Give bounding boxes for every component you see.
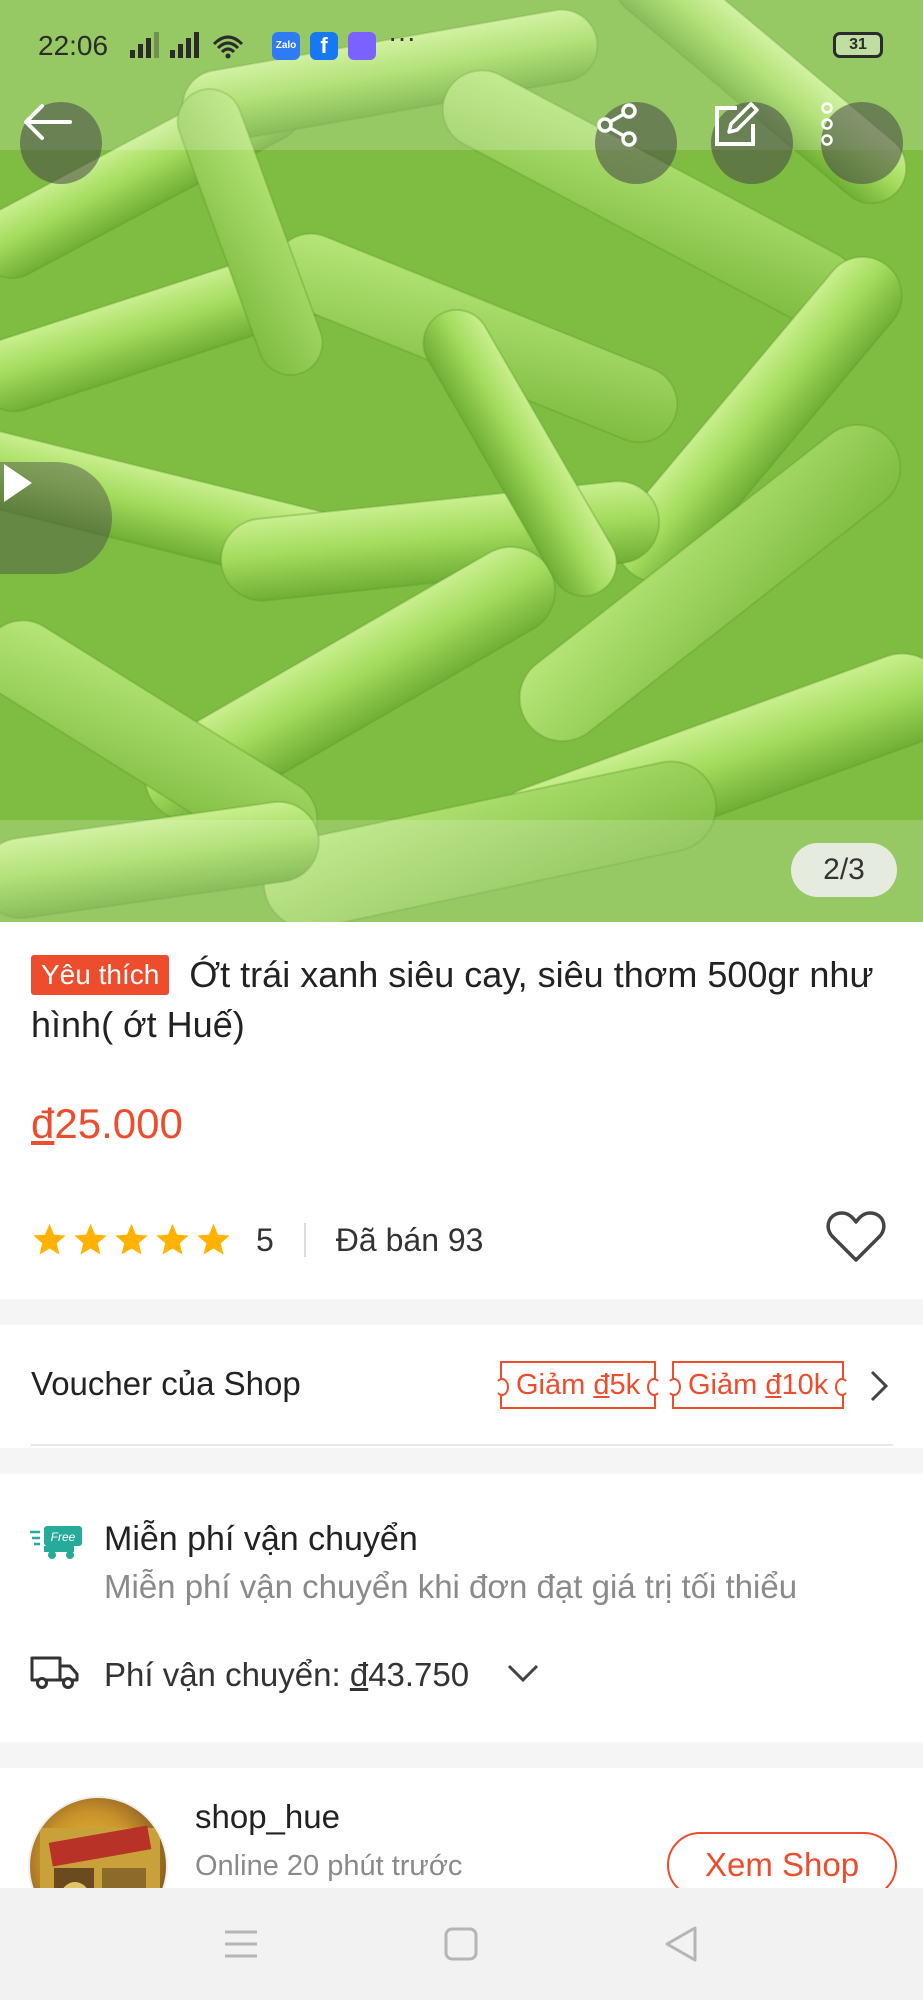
vertical-dots-icon (821, 102, 833, 146)
free-badge-text: Free (51, 1530, 76, 1544)
share-icon (597, 103, 637, 147)
product-price: đ25.000 (31, 1100, 183, 1148)
edit-button[interactable] (711, 102, 793, 184)
shipping-fee-amount: 43.750 (368, 1656, 470, 1693)
rating-divider (303, 1223, 306, 1257)
system-back-button[interactable] (631, 1888, 731, 2000)
edit-pencil-icon (715, 102, 759, 146)
truck-icon (30, 1656, 79, 1689)
voucher-tag-prefix: Giảm (516, 1369, 594, 1401)
back-triangle-icon (665, 1926, 697, 1962)
more-options-button[interactable] (821, 102, 903, 184)
shipping-section[interactable]: Free Miễn phí vận chuyển Miễn phí vận ch… (0, 1474, 923, 1742)
zalo-icon: Zalo (272, 32, 300, 60)
shop-voucher-row[interactable]: Voucher của Shop Giảm đ5k Giảm đ10k (0, 1325, 923, 1447)
system-navigation-bar (0, 1888, 923, 2000)
shop-logo-image (40, 1825, 160, 1888)
play-icon (4, 464, 32, 502)
shop-online-status: Online 20 phút trước (195, 1850, 463, 1882)
free-shipping-icon: Free (30, 1526, 82, 1559)
rating-row[interactable]: 5 Đã bán 93 (31, 1215, 483, 1265)
voucher-tag-prefix: Giảm (688, 1369, 766, 1401)
rating-score: 5 (256, 1221, 274, 1258)
shop-avatar[interactable] (28, 1796, 168, 1888)
product-image-gallery[interactable]: 22:06 Zalo f ··· 31 2/3 (0, 0, 923, 922)
share-button[interactable] (595, 102, 677, 184)
menu-lines-icon (225, 1930, 257, 1958)
section-gap (0, 1742, 923, 1768)
voucher-tag-currency: đ (593, 1369, 610, 1401)
divider (31, 1444, 893, 1446)
sold-count: Đã bán 93 (335, 1221, 484, 1258)
status-time: 22:06 (38, 30, 109, 61)
arrow-left-icon (24, 104, 72, 140)
heart-icon (826, 1211, 886, 1262)
star-icon (197, 1223, 230, 1255)
voucher-tag-5k[interactable]: Giảm đ5k (494, 1361, 662, 1409)
view-shop-button[interactable]: Xem Shop (667, 1832, 897, 1888)
facebook-icon: f (310, 32, 338, 60)
rating-stars (31, 1222, 232, 1258)
product-title-block: Yêu thích Ớt trái xanh siêu cay, siêu thơ… (31, 950, 891, 1050)
voucher-label: Voucher của Shop (31, 1365, 301, 1402)
shipping-fee-currency: đ (349, 1656, 369, 1693)
shipping-fee-label: Phí vận chuyển: (104, 1656, 350, 1693)
voucher-tag-currency: đ (765, 1369, 782, 1401)
price-amount: 25.000 (54, 1100, 183, 1147)
home-square-icon (444, 1927, 478, 1961)
voucher-tag-amount: 5k (609, 1369, 641, 1401)
recent-apps-button[interactable] (191, 1888, 291, 2000)
play-video-button[interactable] (0, 462, 112, 574)
back-button[interactable] (20, 102, 102, 184)
section-gap (0, 1299, 923, 1325)
shop-info-section: shop_hue Online 20 phút trước Xem Shop (0, 1768, 923, 1888)
signal-wifi-icons (130, 32, 244, 59)
favorite-heart-button[interactable] (826, 1210, 886, 1269)
chevron-down-icon[interactable] (506, 1662, 540, 1684)
section-gap (0, 1448, 923, 1474)
home-button[interactable] (411, 1888, 511, 2000)
star-icon (115, 1223, 148, 1255)
image-counter: 2/3 (791, 843, 897, 897)
voucher-tag-amount: 10k (781, 1369, 829, 1401)
status-bar: 22:06 Zalo f ··· 31 (0, 0, 923, 92)
star-icon (156, 1223, 189, 1255)
shop-name[interactable]: shop_hue (195, 1798, 340, 1836)
free-shipping-subtitle: Miễn phí vận chuyển khi đơn đạt giá trị … (104, 1568, 798, 1605)
chevron-right-icon (870, 1370, 889, 1402)
star-icon (33, 1223, 66, 1255)
voucher-tag-10k[interactable]: Giảm đ10k (666, 1361, 850, 1409)
battery-icon: 31 (833, 32, 883, 58)
messenger-icon (348, 32, 376, 60)
more-notifications-icon: ··· (388, 22, 416, 53)
shipping-fee[interactable]: Phí vận chuyển: đ43.750 (104, 1656, 469, 1694)
star-icon (74, 1223, 107, 1255)
favorite-badge: Yêu thích (31, 955, 170, 995)
price-currency: đ (31, 1100, 55, 1147)
free-shipping-title: Miễn phí vận chuyển (104, 1520, 418, 1558)
